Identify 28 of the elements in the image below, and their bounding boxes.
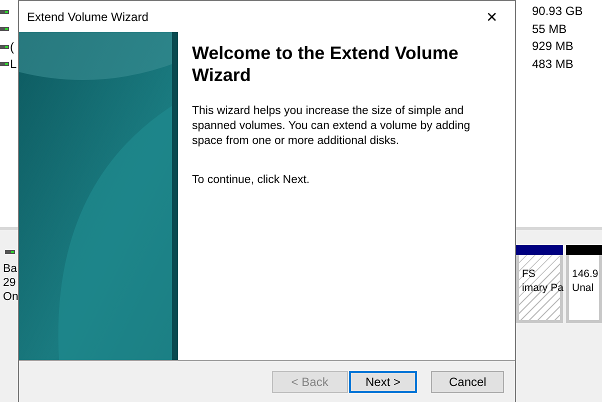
close-button[interactable]: ✕: [469, 1, 515, 32]
partition-block[interactable]: FS imary Pa: [516, 255, 563, 323]
partition-label: imary Pa: [522, 281, 564, 295]
wizard-text: To continue, click Next.: [192, 173, 311, 188]
partition-block[interactable]: 146.9 Unal: [566, 255, 602, 323]
window-title: Extend Volume Wizard: [27, 10, 148, 24]
disk-label: On: [3, 290, 18, 304]
drive-icon: [0, 27, 9, 32]
partition-label: Unal: [572, 281, 594, 295]
volume-name: (: [10, 40, 14, 54]
wizard-button[interactable]: Cancel: [431, 370, 504, 392]
partition-header-bar: [516, 245, 563, 255]
capacity-text: 483 MB: [531, 56, 574, 72]
wizard-heading: Welcome to the Extend Volume Wizard: [192, 42, 460, 86]
capacity-text: 90.93 GB: [531, 3, 584, 20]
partition-label: 146.9: [572, 267, 598, 281]
disk-label: 29: [3, 276, 17, 290]
wizard-text: This wizard helps you increase the size of simple and spanned volumes. You can extend a volume by adding space from one or more additional disks.: [192, 104, 472, 149]
capacity-text: 929 MB: [531, 38, 574, 55]
disk-label: Ba: [3, 262, 18, 276]
drive-icon: [0, 10, 9, 14]
drive-icon: [0, 62, 9, 66]
partition-label: FS: [522, 267, 536, 281]
drive-icon: [0, 44, 9, 49]
partition-header-bar: [566, 245, 602, 255]
volume-name: L: [10, 57, 17, 72]
wizard-button[interactable]: Next >: [348, 370, 418, 392]
capacity-text: 55 MB: [531, 20, 568, 38]
